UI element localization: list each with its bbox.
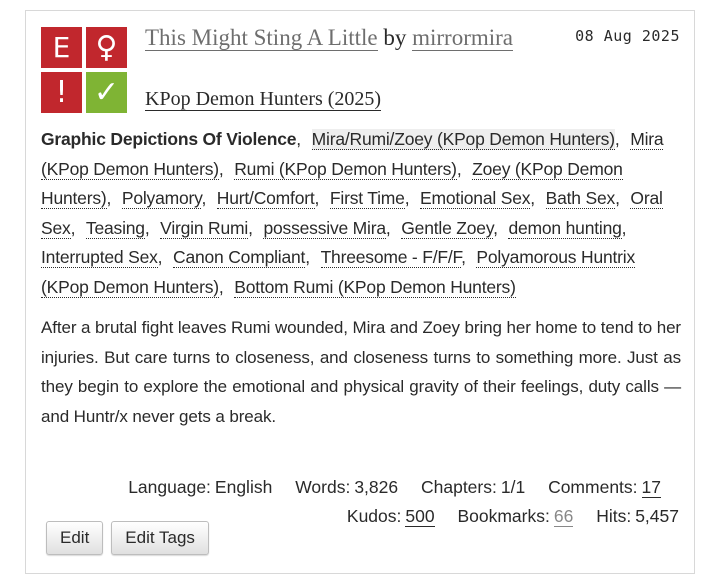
summary: After a brutal fight leaves Rumi wounded… (41, 318, 681, 426)
tag-link-freeform[interactable]: First Time (329, 188, 405, 209)
tag-item: Mira/Rumi/Zoey (KPop Demon Hunters), (311, 129, 620, 150)
comments-value: 17 (641, 476, 661, 498)
work-heading: This Might Sting A Little by mirrormira (145, 25, 565, 51)
tag-link-freeform[interactable]: Virgin Rumi (160, 217, 248, 239)
bookmarks-link[interactable]: 66 (553, 506, 574, 527)
complete-status-icon[interactable]: ✓ (86, 72, 127, 113)
comments-label: Comments: (548, 476, 638, 497)
work-actions: Edit Edit Tags (46, 521, 209, 555)
ff-category-icon[interactable]: ♀ (86, 27, 127, 68)
tag-item: Polyamory, (121, 188, 207, 209)
tag-link-warning[interactable]: Graphic Depictions Of Violence (41, 129, 296, 149)
tag-link-freeform[interactable]: Bottom Rumi (KPop Demon Hunters) (234, 276, 516, 298)
edit-button[interactable]: Edit (46, 521, 104, 555)
comments-link[interactable]: 17 (641, 476, 661, 498)
fandom-heading: KPop Demon Hunters (2025) (145, 87, 382, 111)
tag-link-freeform[interactable]: demon hunting (508, 217, 622, 239)
tag-item: Bottom Rumi (KPop Demon Hunters) (234, 276, 516, 298)
tag-item: Interrupted Sex, (41, 247, 163, 268)
warnings-icon[interactable]: ! (41, 72, 82, 113)
tag-list: Graphic Depictions Of Violence, Mira/Rum… (41, 125, 681, 302)
tag-link-freeform[interactable]: Polyamory (121, 188, 202, 209)
tag-link-relationship[interactable]: Mira/Rumi/Zoey (KPop Demon Hunters) (311, 129, 615, 150)
fandom-link[interactable]: KPop Demon Hunters (2025) (145, 88, 382, 111)
date-stamp: 08 Aug 2025 (575, 27, 680, 45)
kudos-value: 500 (405, 506, 435, 527)
tag-item: demon hunting, (508, 217, 627, 239)
kudos-link[interactable]: 500 (405, 506, 435, 527)
kudos-label: Kudos: (346, 506, 402, 526)
tag-item: Rumi (KPop Demon Hunters), (234, 158, 462, 180)
tag-item: Canon Compliant, (173, 247, 310, 268)
tag-link-freeform[interactable]: Teasing (85, 217, 145, 239)
words-value: 3,826 (354, 476, 399, 497)
tag-link-freeform[interactable]: Bath Sex (545, 188, 615, 209)
tag-item: Graphic Depictions Of Violence, (41, 129, 301, 149)
edit-tags-button[interactable]: Edit Tags (111, 521, 209, 555)
tag-link-freeform[interactable]: possessive Mira (263, 217, 386, 239)
tag-item: Emotional Sex, (420, 188, 535, 209)
tag-item: Virgin Rumi, (160, 217, 253, 239)
language-label: Language: (128, 476, 211, 497)
hits-value: 5,457 (635, 506, 679, 526)
tag-item: Hurt/Comfort, (216, 188, 320, 209)
bookmarks-value: 66 (553, 506, 574, 527)
explicit-rating-icon[interactable]: E (41, 27, 82, 68)
work-blurb: E ♀ ! ✓ This Might Sting A Little by mir… (25, 10, 695, 574)
words-label: Words: (295, 476, 351, 497)
tag-link-freeform[interactable]: Canon Compliant (173, 247, 305, 268)
tag-link-freeform[interactable]: Emotional Sex (420, 188, 530, 209)
tag-item: Threesome - F/F/F, (320, 247, 466, 268)
tag-link-freeform[interactable]: Gentle Zoey (401, 217, 493, 239)
chapters-label: Chapters: (420, 476, 497, 497)
work-title-link[interactable]: This Might Sting A Little (145, 25, 378, 51)
tag-link-freeform[interactable]: Interrupted Sex (41, 247, 158, 268)
tag-link-character[interactable]: Rumi (KPop Demon Hunters) (234, 158, 457, 180)
tag-link-freeform[interactable]: Threesome - F/F/F (320, 247, 461, 268)
tag-item: possessive Mira, (263, 217, 391, 239)
tag-link-freeform[interactable]: Hurt/Comfort (216, 188, 315, 209)
tag-item: First Time, (329, 188, 410, 209)
tag-item: Gentle Zoey, (401, 217, 498, 239)
required-tags: E ♀ ! ✓ (41, 27, 127, 113)
tag-item: Bath Sex, (545, 188, 620, 209)
by-text: by (383, 25, 407, 50)
author-link[interactable]: mirrormira (412, 25, 513, 51)
chapters-value: 1/1 (500, 476, 526, 497)
language-value: English (214, 476, 273, 497)
tags: Graphic Depictions Of Violence, Mira/Rum… (41, 129, 664, 298)
hits-label: Hits: (596, 506, 632, 526)
tag-item: Teasing, (85, 217, 150, 239)
bookmarks-label: Bookmarks: (457, 506, 550, 526)
